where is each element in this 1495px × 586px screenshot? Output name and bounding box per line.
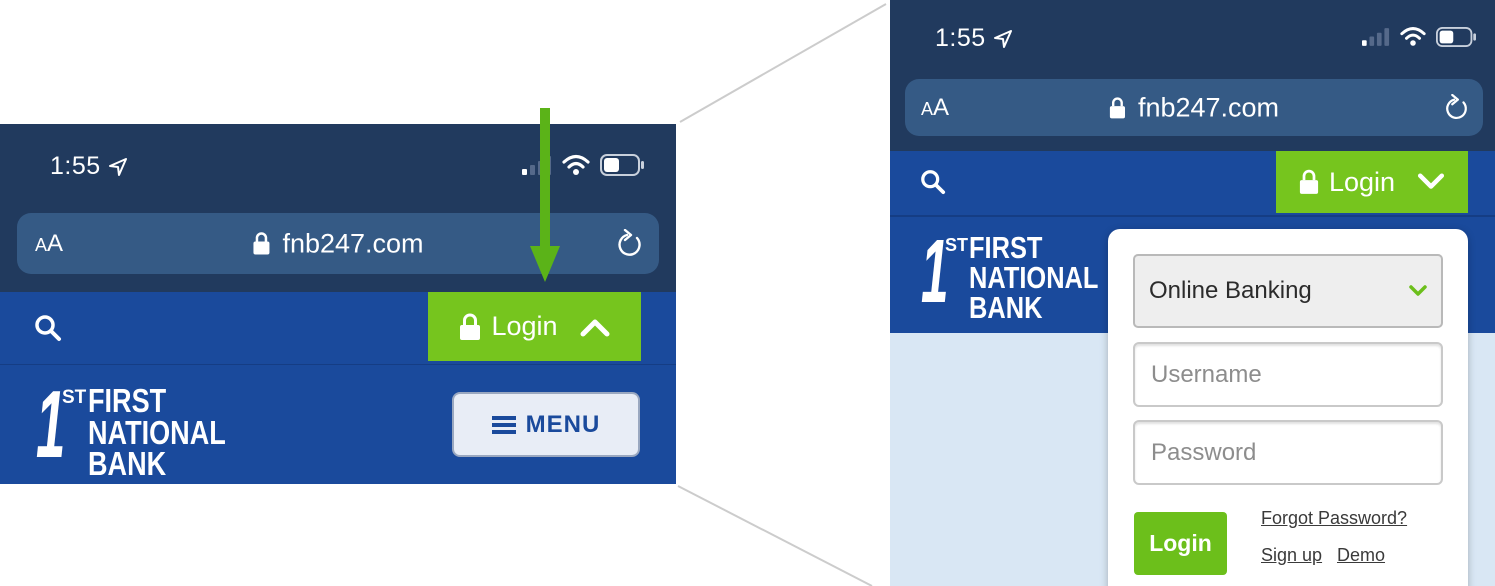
lock-icon	[1109, 96, 1126, 118]
wifi-icon	[1400, 27, 1426, 46]
chevron-up-icon	[580, 319, 610, 336]
login-toggle-label: Login	[1328, 166, 1396, 197]
login-toggle-button[interactable]: Login	[428, 292, 641, 361]
status-time: 1:55	[50, 152, 127, 181]
utility-nav: Login	[0, 292, 676, 364]
lock-icon	[253, 232, 270, 255]
phone-screen-login-open: 1:55 AA fnb247.com Login 1 ST FIRST NATI…	[890, 0, 1495, 586]
menu-button[interactable]: MENU	[452, 392, 640, 457]
lock-icon	[460, 313, 481, 340]
location-arrow-icon	[993, 29, 1012, 48]
account-type-value: Online Banking	[1149, 277, 1312, 304]
location-arrow-icon	[108, 157, 127, 176]
search-icon[interactable]	[34, 314, 62, 342]
reload-icon[interactable]	[615, 228, 643, 259]
url-display[interactable]: fnb247.com	[1109, 92, 1279, 123]
search-icon[interactable]	[920, 169, 946, 195]
login-dropdown-panel: Online Banking Login Forgot Password? Si…	[1108, 229, 1468, 586]
status-bar: 1:55 AA fnb247.com	[0, 124, 676, 292]
status-bar: 1:55 AA fnb247.com	[890, 0, 1495, 151]
phone-screen-collapsed: 1:55 AA fnb247.com Login 1 ST FIRST NATI…	[0, 124, 676, 484]
username-input[interactable]	[1133, 342, 1443, 407]
chevron-down-icon	[1417, 173, 1445, 189]
reload-icon[interactable]	[1443, 93, 1469, 122]
hamburger-icon	[491, 415, 516, 434]
chevron-down-icon	[1409, 285, 1427, 296]
cellular-signal-icon	[1362, 28, 1390, 46]
annotation-arrow-icon	[530, 108, 560, 282]
status-icons	[1362, 26, 1476, 47]
forgot-password-link[interactable]: Forgot Password?	[1261, 508, 1407, 529]
battery-icon	[600, 154, 644, 176]
login-toggle-label: Login	[491, 311, 558, 341]
account-type-select[interactable]: Online Banking	[1133, 254, 1443, 328]
url-display[interactable]: fnb247.com	[252, 228, 424, 259]
login-submit-button[interactable]: Login	[1134, 512, 1227, 575]
battery-icon	[1436, 26, 1476, 47]
lock-icon	[1299, 169, 1319, 194]
logo-header: 1 ST FIRST NATIONAL BANK MENU	[0, 364, 676, 484]
reader-mode-button[interactable]: AA	[921, 94, 949, 122]
sign-up-link[interactable]: Sign up	[1261, 545, 1322, 566]
utility-nav: Login	[890, 151, 1495, 215]
login-toggle-button[interactable]: Login	[1276, 151, 1468, 213]
address-bar[interactable]: AA fnb247.com	[17, 213, 659, 274]
wifi-icon	[562, 154, 590, 175]
address-bar[interactable]: AA fnb247.com	[905, 79, 1483, 136]
password-input[interactable]	[1133, 420, 1443, 485]
demo-link[interactable]: Demo	[1337, 545, 1385, 566]
menu-button-label: MENU	[525, 410, 601, 438]
reader-mode-button[interactable]: AA	[35, 230, 63, 258]
status-time: 1:55	[935, 24, 1012, 53]
